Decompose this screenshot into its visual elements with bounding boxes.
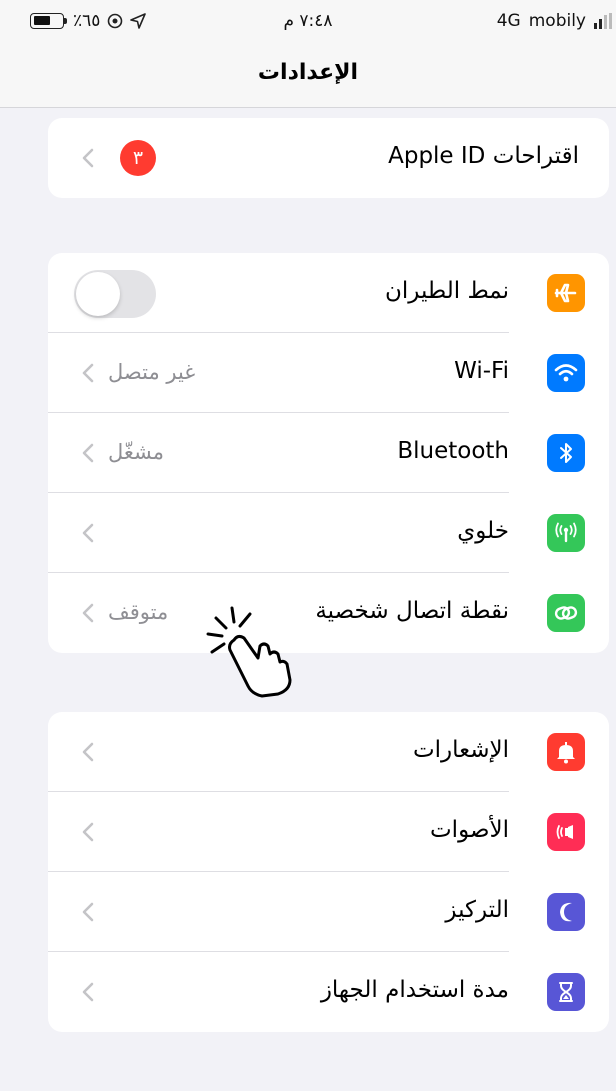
focus-label: التركيز <box>445 897 509 923</box>
notifications-row[interactable]: الإشعارات <box>48 712 609 792</box>
airplane-mode-toggle[interactable] <box>74 270 156 318</box>
chevron-icon <box>82 742 94 762</box>
speaker-icon <box>547 813 585 851</box>
network-type: 4G <box>496 11 521 31</box>
airplane-mode-row[interactable]: نمط الطيران <box>48 253 609 333</box>
signal-icon <box>594 13 612 29</box>
chevron-icon <box>82 982 94 1002</box>
notification-badge: ٣ <box>120 140 156 176</box>
cellular-row[interactable]: خلوي <box>48 493 609 573</box>
sounds-label: الأصوات <box>430 817 509 843</box>
status-bar: ٪٦٥ ٧:٤٨ م 4G mobily <box>0 0 616 44</box>
airplane-mode-label: نمط الطيران <box>384 278 509 304</box>
apple-id-suggestions-label: اقتراحات Apple ID <box>388 143 579 169</box>
chevron-icon <box>82 523 94 543</box>
bluetooth-row[interactable]: Bluetooth مشغّل <box>48 413 609 493</box>
bluetooth-label: Bluetooth <box>397 438 509 464</box>
moon-icon <box>547 893 585 931</box>
chevron-icon <box>82 363 94 383</box>
toggle-knob <box>76 272 120 316</box>
wifi-status: غير متصل <box>108 360 196 384</box>
chevron-icon <box>82 443 94 463</box>
apple-id-suggestions-row[interactable]: اقتراحات Apple ID ٣ <box>48 118 609 198</box>
bluetooth-status: مشغّل <box>108 440 165 464</box>
notifications-label: الإشعارات <box>412 737 509 763</box>
carrier-name: mobily <box>528 11 586 31</box>
screen-time-label: مدة استخدام الجهاز <box>320 977 509 1003</box>
cellular-antenna-icon <box>547 514 585 552</box>
bell-icon <box>547 733 585 771</box>
apple-id-group: اقتراحات Apple ID ٣ <box>48 118 609 198</box>
notifications-group: الإشعارات الأصوات التركيز مدة استخدام ال… <box>48 712 609 1032</box>
cellular-label: خلوي <box>457 518 509 544</box>
status-right: 4G mobily <box>497 11 612 31</box>
chevron-icon <box>82 603 94 623</box>
wifi-label: Wi-Fi <box>454 358 509 384</box>
wifi-icon <box>547 354 585 392</box>
tap-hand-icon <box>206 606 292 698</box>
bluetooth-icon <box>547 434 585 472</box>
personal-hotspot-row[interactable]: نقطة اتصال شخصية متوقف <box>48 573 609 653</box>
wifi-row[interactable]: Wi-Fi غير متصل <box>48 333 609 413</box>
airplane-icon <box>547 274 585 312</box>
chevron-icon <box>82 148 94 168</box>
hotspot-link-icon <box>547 594 585 632</box>
sounds-row[interactable]: الأصوات <box>48 792 609 872</box>
page-title: الإعدادات <box>257 60 359 85</box>
nav-bar: الإعدادات <box>0 44 616 108</box>
chevron-icon <box>82 902 94 922</box>
personal-hotspot-label: نقطة اتصال شخصية <box>315 598 509 624</box>
focus-row[interactable]: التركيز <box>48 872 609 952</box>
personal-hotspot-status: متوقف <box>108 600 169 624</box>
chevron-icon <box>82 822 94 842</box>
connectivity-group: نمط الطيران Wi-Fi غير متصل Bluetooth مشغ… <box>48 253 609 653</box>
screen-time-row[interactable]: مدة استخدام الجهاز <box>48 952 609 1032</box>
hourglass-icon <box>547 973 585 1011</box>
